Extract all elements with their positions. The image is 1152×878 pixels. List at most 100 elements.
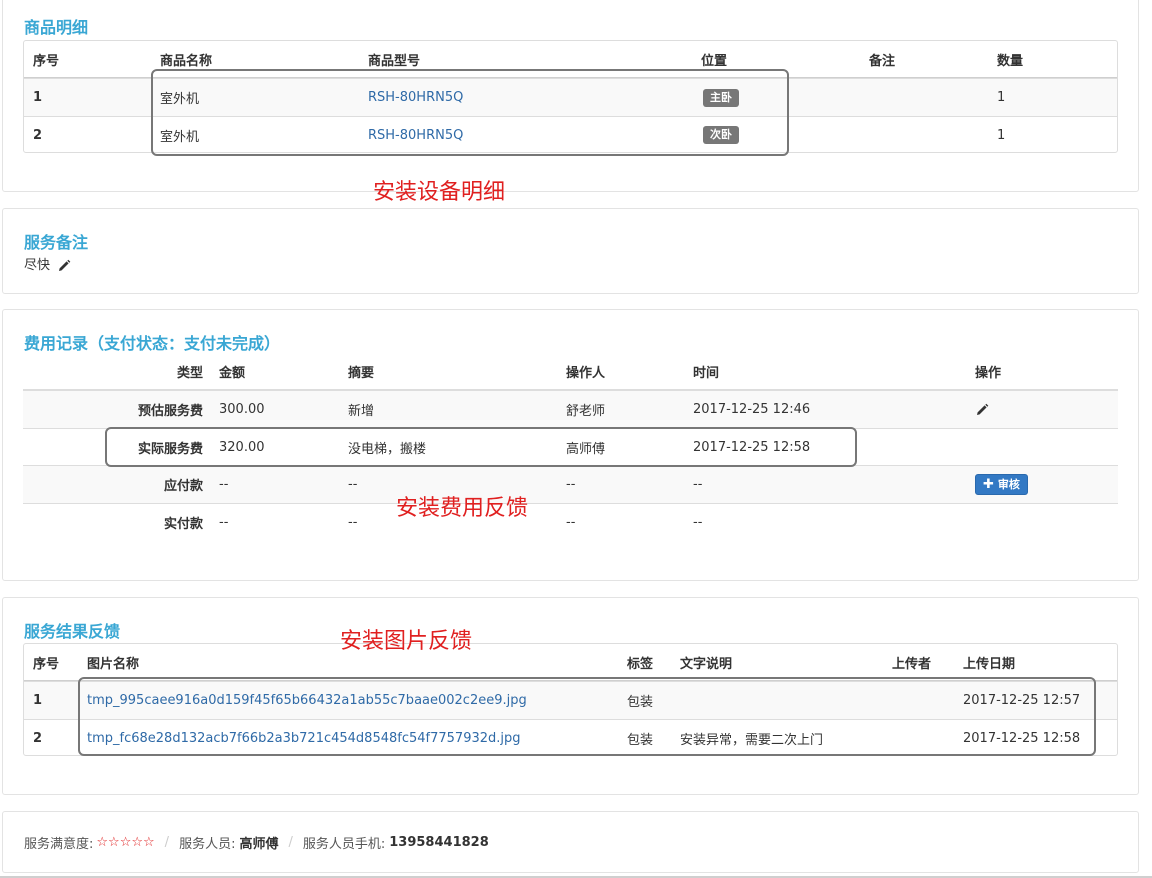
- staff-phone: 13958441828: [389, 834, 489, 850]
- audit-button-label: 审核: [997, 478, 1020, 491]
- col-header-summary: 摘要: [348, 366, 375, 381]
- fee-summary: --: [348, 514, 358, 530]
- col-header-tag: 标签: [627, 656, 654, 672]
- row-no: 1: [33, 693, 43, 708]
- fee-amount: 300.00: [219, 402, 265, 417]
- fee-action: [975, 391, 989, 428]
- table-row: 预估服务费 300.00 新增 舒老师 2017-12-25 12:46: [23, 391, 1118, 428]
- row-no: 2: [33, 730, 43, 746]
- fee-type: 实付款: [163, 516, 203, 532]
- goods-panel: 商品明细 序号 商品名称 商品型号 位置 备注 数量 1 室外机 RSH-80H…: [2, 0, 1139, 192]
- fee-summary: 新增: [348, 404, 375, 419]
- col-header-operator: 操作人: [566, 366, 606, 381]
- fee-amount: --: [219, 477, 229, 492]
- row-qty: 1: [997, 90, 1006, 105]
- annotation-goods: 安装设备明细: [373, 180, 506, 205]
- plus-icon: ✚: [983, 477, 994, 492]
- fees-table-header: 类型 金额 摘要 操作人 时间 操作: [23, 354, 1118, 391]
- model-link[interactable]: RSH-80HRN5Q: [368, 79, 463, 116]
- fee-operator: --: [566, 477, 576, 492]
- star-rating: ☆☆☆☆☆: [96, 834, 155, 850]
- results-panel: 服务结果反馈 序号 图片名称 标签 文字说明 上传者 上传日期 1 tmp_99…: [2, 597, 1139, 795]
- fee-summary: 没电梯，搬楼: [348, 441, 427, 457]
- staff-name: 高师傅: [239, 836, 279, 852]
- fee-amount: --: [219, 514, 229, 530]
- footer-panel: 服务满意度: ☆☆☆☆☆ / 服务人员: 高师傅 / 服务人员手机: 13958…: [2, 811, 1139, 873]
- fees-title: 费用记录（支付状态：支付未完成）: [24, 334, 281, 353]
- table-row: 应付款 -- -- -- -- ✚ 审核: [23, 465, 1118, 503]
- fee-summary: --: [348, 477, 358, 492]
- image-link[interactable]: tmp_995caee916a0d159f45f65b66432a1ab55c7…: [87, 682, 527, 719]
- audit-button[interactable]: ✚ 审核: [975, 474, 1028, 495]
- col-header-amount: 金额: [219, 366, 246, 381]
- fee-type: 应付款: [163, 479, 203, 494]
- table-row: 1 tmp_995caee916a0d159f45f65b66432a1ab55…: [24, 681, 1117, 719]
- annotation-fees: 安装费用反馈: [396, 496, 529, 521]
- row-position: 主卧: [703, 79, 739, 116]
- goods-table: 序号 商品名称 商品型号 位置 备注 数量 1 室外机 RSH-80HRN5Q …: [23, 40, 1118, 153]
- table-row: 2 室外机 RSH-80HRN5Q 次卧 1: [24, 116, 1117, 152]
- pencil-icon[interactable]: [975, 403, 989, 417]
- row-no: 1: [33, 90, 43, 105]
- phone-label: 服务人员手机:: [302, 836, 386, 852]
- col-header-position: 位置: [701, 53, 728, 69]
- row-date: 2017-12-25 12:57: [963, 693, 1081, 708]
- service-note-panel: 服务备注 尽快: [2, 208, 1139, 294]
- service-note-content: 尽快: [24, 254, 71, 273]
- row-name: 室外机: [160, 92, 200, 107]
- row-name: 室外机: [160, 129, 200, 145]
- col-header-desc: 文字说明: [680, 656, 733, 672]
- results-title: 服务结果反馈: [24, 622, 121, 641]
- position-badge: 次卧: [703, 126, 739, 144]
- results-table: 序号 图片名称 标签 文字说明 上传者 上传日期 1 tmp_995caee91…: [23, 643, 1118, 756]
- fee-time: 2017-12-25 12:46: [693, 402, 811, 417]
- position-badge: 主卧: [703, 88, 739, 107]
- fee-amount: 320.00: [219, 439, 265, 455]
- col-header-date: 上传日期: [963, 656, 1016, 672]
- table-row: 1 室外机 RSH-80HRN5Q 主卧 1: [24, 78, 1117, 116]
- row-tag: 包装: [627, 732, 654, 748]
- row-desc: 安装异常，需要二次上门: [680, 732, 824, 748]
- annotation-results: 安装图片反馈: [340, 629, 473, 654]
- footer-info: 服务满意度: ☆☆☆☆☆ / 服务人员: 高师傅 / 服务人员手机: 13958…: [24, 812, 489, 872]
- col-header-no: 序号: [33, 656, 60, 672]
- service-note-title: 服务备注: [24, 233, 89, 252]
- row-position: 次卧: [703, 117, 739, 152]
- goods-table-header: 序号 商品名称 商品型号 位置 备注 数量: [24, 41, 1117, 78]
- fee-time: 2017-12-25 12:58: [693, 439, 811, 455]
- fee-operator: --: [566, 514, 576, 530]
- results-table-header: 序号 图片名称 标签 文字说明 上传者 上传日期: [24, 644, 1117, 681]
- row-tag: 包装: [627, 695, 654, 710]
- col-header-name: 商品名称: [160, 53, 213, 69]
- separator: /: [288, 834, 293, 850]
- col-header-image-name: 图片名称: [87, 656, 140, 672]
- fees-panel: 费用记录（支付状态：支付未完成） 类型 金额 摘要 操作人 时间 操作 预估服务…: [2, 309, 1139, 581]
- row-qty: 1: [997, 127, 1006, 143]
- fee-type: 实际服务费: [137, 441, 203, 457]
- table-row: 2 tmp_fc68e28d132acb7f66b2a3b721c454d854…: [24, 719, 1117, 755]
- pencil-icon[interactable]: [57, 259, 71, 273]
- col-header-time: 时间: [693, 366, 720, 381]
- row-date: 2017-12-25 12:58: [963, 730, 1081, 746]
- model-link[interactable]: RSH-80HRN5Q: [368, 117, 463, 152]
- fee-time: --: [693, 514, 703, 530]
- goods-panel-title: 商品明细: [24, 18, 89, 37]
- col-header-model: 商品型号: [368, 53, 421, 69]
- service-note-text: 尽快: [24, 258, 51, 273]
- staff-label: 服务人员:: [179, 836, 236, 852]
- col-header-remark: 备注: [869, 53, 896, 69]
- fee-type: 预估服务费: [137, 404, 203, 419]
- row-no: 2: [33, 127, 43, 143]
- fee-operator: 舒老师: [566, 404, 606, 419]
- fee-operator: 高师傅: [566, 441, 606, 457]
- fees-table: 类型 金额 摘要 操作人 时间 操作 预估服务费 300.00 新增 舒老师 2…: [23, 354, 1118, 552]
- satisfaction-label: 服务满意度:: [24, 836, 94, 852]
- table-row: 实付款 -- -- -- --: [23, 503, 1118, 540]
- fee-time: --: [693, 477, 703, 492]
- table-row: 实际服务费 320.00 没电梯，搬楼 高师傅 2017-12-25 12:58: [23, 428, 1118, 465]
- col-header-qty: 数量: [997, 53, 1024, 69]
- image-link[interactable]: tmp_fc68e28d132acb7f66b2a3b721c454d8548f…: [87, 720, 521, 755]
- separator: /: [164, 834, 170, 850]
- col-header-type: 类型: [176, 366, 203, 381]
- col-header-no: 序号: [33, 53, 60, 69]
